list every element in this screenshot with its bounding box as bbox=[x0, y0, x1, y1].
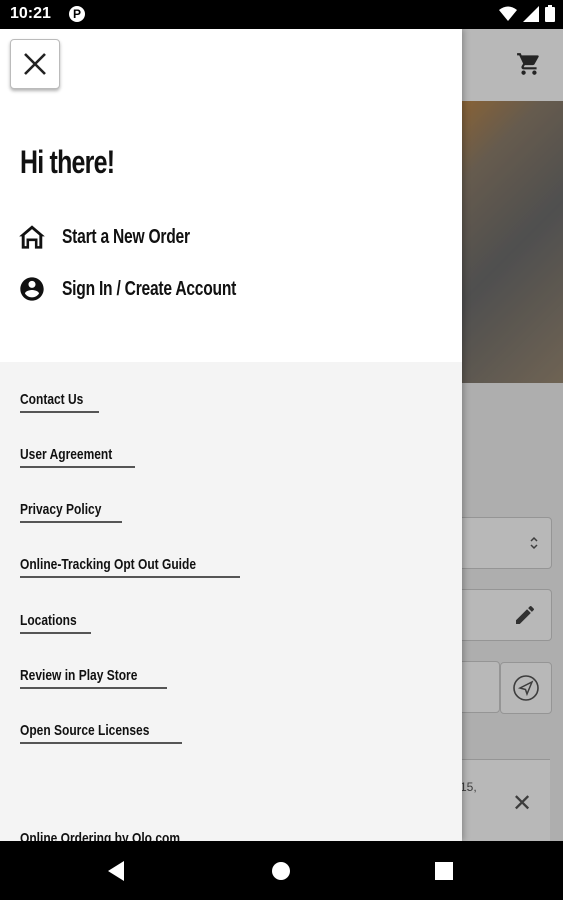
contact-us-link[interactable]: Contact Us bbox=[20, 391, 100, 413]
battery-icon bbox=[545, 5, 555, 22]
status-bar: 10:21 P bbox=[0, 0, 563, 29]
review-play-store-link[interactable]: Review in Play Store bbox=[20, 667, 167, 689]
open-source-licenses-link[interactable]: Open Source Licenses bbox=[20, 722, 182, 744]
status-time: 10:21 bbox=[10, 5, 51, 22]
app-notification-icon: P bbox=[69, 6, 85, 22]
close-icon bbox=[24, 53, 46, 75]
system-icons bbox=[499, 5, 555, 22]
signal-icon bbox=[523, 5, 539, 22]
recents-square-icon bbox=[435, 861, 453, 880]
privacy-policy-link[interactable]: Privacy Policy bbox=[20, 501, 122, 523]
home-icon bbox=[19, 225, 45, 249]
wifi-icon bbox=[499, 6, 517, 21]
locations-link[interactable]: Locations bbox=[20, 612, 91, 634]
system-nav-bar bbox=[0, 841, 563, 900]
powered-by-footer[interactable]: Online Ordering by Olo.com bbox=[20, 830, 220, 841]
recents-button[interactable] bbox=[414, 841, 474, 900]
account-circle-icon bbox=[20, 277, 44, 301]
home-button[interactable] bbox=[251, 841, 311, 900]
start-new-order-item[interactable]: Start a New Order bbox=[18, 222, 226, 252]
home-circle-icon bbox=[272, 861, 290, 880]
sign-in-label: Sign In / Create Account bbox=[62, 277, 237, 300]
back-triangle-icon bbox=[108, 860, 124, 881]
start-new-order-label: Start a New Order bbox=[62, 225, 190, 248]
navigation-drawer: Hi there! Start a New Order Sign In / Cr… bbox=[0, 29, 462, 841]
back-button[interactable] bbox=[86, 841, 146, 900]
tracking-opt-out-link[interactable]: Online-Tracking Opt Out Guide bbox=[20, 556, 241, 578]
close-drawer-button[interactable] bbox=[10, 39, 60, 89]
sign-in-item[interactable]: Sign In / Create Account bbox=[18, 274, 285, 304]
user-agreement-link[interactable]: User Agreement bbox=[20, 446, 136, 468]
greeting-heading: Hi there! bbox=[20, 144, 115, 180]
drawer-header: Hi there! Start a New Order Sign In / Cr… bbox=[0, 29, 462, 362]
